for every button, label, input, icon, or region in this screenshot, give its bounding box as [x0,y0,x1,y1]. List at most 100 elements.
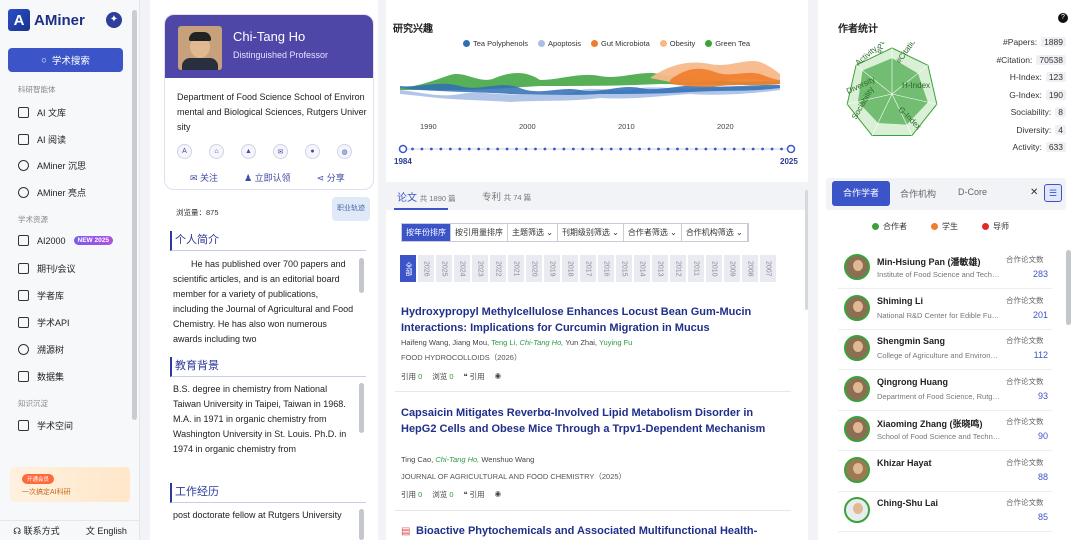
topic-filter[interactable]: 主题筛选 ⌄ [508,224,558,241]
timeline-tick[interactable] [676,147,679,151]
year-chip[interactable]: 2020 [526,255,542,282]
year-chip[interactable]: 2007 [760,255,776,282]
link-icon[interactable]: ◉ [495,489,502,500]
legend-item[interactable]: Tea Polyphenols [463,39,528,48]
year-chip[interactable]: 2022 [490,255,506,282]
timeline-tick[interactable] [458,147,462,151]
pdf-icon[interactable]: ▤ [401,526,410,537]
tab-patents[interactable]: 专利 共 74 篇 [482,189,531,203]
author[interactable]: Yuying Fu [599,338,632,347]
nav-item-ai-library[interactable]: AI 文库 [18,106,66,119]
timeline-tick[interactable] [571,147,575,151]
member-promo-banner[interactable]: 开通会员 一次搞定AI科研 [10,467,130,502]
legend-item[interactable]: Obesity [659,39,695,48]
coauthor-name[interactable]: Khizar Hayat [877,458,932,468]
coauthor-name[interactable]: Shengmin Sang [877,336,945,346]
nav-item-aminer-think[interactable]: AMiner 沉思 [18,159,86,172]
timeline-tick[interactable] [609,147,613,151]
author[interactable]: Yun Zhai, [565,338,597,347]
app-switch-icon[interactable]: ✦ [106,12,122,28]
link-icon[interactable]: ◉ [495,371,502,382]
timeline-tick[interactable] [770,147,774,151]
author[interactable]: Wenshuo Wang [481,455,534,464]
year-chip[interactable]: 2012 [670,255,686,282]
academic-search-button[interactable]: ○ 学术搜索 [8,48,123,72]
year-chip[interactable]: 2018 [562,255,578,282]
timeline-tick[interactable] [751,147,755,151]
list-view-icon[interactable]: ☰ [1044,184,1062,202]
timeline-tick[interactable] [694,147,698,151]
home-icon[interactable]: ⌂ [209,144,224,159]
timeline-tick[interactable] [713,147,717,151]
timeline-tick[interactable] [685,147,689,151]
timeline-tick[interactable] [496,147,500,151]
bio-scrollbar[interactable] [359,258,364,293]
language-switch[interactable]: 文 English [86,524,127,537]
timeline-tick[interactable] [467,147,471,151]
aminer-icon[interactable]: A [177,144,192,159]
timeline-tick[interactable] [429,147,433,151]
timeline-tick[interactable] [553,147,556,151]
nav-item-aminer-highlights[interactable]: AMiner 亮点 [18,186,86,199]
nav-item-scholars[interactable]: 学者库 [18,289,64,302]
timeline-tick[interactable] [732,147,736,151]
timeline-tick[interactable] [477,147,481,151]
timeline-tick[interactable] [780,147,783,151]
nav-item-datasets[interactable]: 数据集 [18,370,64,383]
timeline-tick[interactable] [448,147,452,151]
coauthor-name[interactable]: Shiming Li [877,296,923,306]
timeline-tick[interactable] [657,147,660,151]
author[interactable]: Chi-Tang Ho, [435,455,479,464]
sort-by-citation[interactable]: 按引用量排序 [451,224,508,241]
timeline-tick[interactable] [647,147,651,151]
timeline-tick[interactable] [590,147,594,151]
coauthor-row[interactable]: Qingrong Huang Department of Food Science… [838,371,1052,411]
year-chip[interactable]: 2024 [454,255,470,282]
coauthor-avatar[interactable] [844,456,870,483]
year-chip[interactable]: 2016 [598,255,614,282]
follow-button[interactable]: ✉ 关注 [190,171,218,184]
career-map-button[interactable]: 职业轨迹 [332,197,370,221]
coauthor-name[interactable]: Qingrong Huang [877,377,948,387]
tab-coauthors[interactable]: 合作学者 [832,181,890,206]
venue-level-filter[interactable]: 刊期级别筛选 ⌄ [558,224,624,241]
paper-venue[interactable]: FOOD HYDROCOLLOIDS（2026） [401,352,521,363]
timeline-tick[interactable] [411,147,414,151]
timeline-tick[interactable] [600,147,604,151]
legend-item[interactable]: Gut Microbiota [590,39,650,48]
author[interactable]: Chi-Tang Ho, [519,338,563,347]
work-scrollbar[interactable] [359,509,364,540]
timeline-tick[interactable] [534,147,537,151]
paper-venue[interactable]: JOURNAL OF AGRICULTURAL AND FOOD CHEMIST… [401,471,626,482]
year-chip[interactable]: 2008 [742,255,758,282]
coauthor-scrollbar[interactable] [1066,250,1071,325]
main-scrollbar[interactable] [805,190,808,310]
paper-title[interactable]: Hydroxypropyl Methylcellulose Enhances L… [401,304,781,336]
year-chip[interactable]: 2013 [652,255,668,282]
year-range-slider[interactable] [398,144,796,158]
aminer-logo[interactable]: A AMiner [8,8,85,32]
coauthor-avatar[interactable] [844,375,870,402]
timeline-tick[interactable] [543,147,547,151]
coauthor-avatar[interactable] [844,254,870,280]
author[interactable]: Ting Cao, [401,455,433,464]
contact-link[interactable]: ☊ 联系方式 [13,524,60,537]
interest-streamgraph[interactable] [400,50,800,120]
nav-scrollbar[interactable] [132,10,137,420]
timeline-tick[interactable] [524,147,528,151]
coauthor-filter[interactable]: 合作者筛选 ⌄ [624,224,682,241]
timeline-tick[interactable] [742,147,746,151]
coauthor-row[interactable]: Khizar Hayat 合作论文数 88 [838,452,1052,492]
timeline-tick[interactable] [581,147,585,151]
legend-item[interactable]: Apoptosis [538,39,581,48]
year-chip[interactable]: 2014 [634,255,650,282]
author[interactable]: Teng Li, [491,338,517,347]
nav-item-ai-reading[interactable]: AI 阅读 [18,133,66,146]
legend-item[interactable]: Green Tea [705,39,750,48]
coauthor-avatar[interactable] [844,294,870,321]
paper-title[interactable]: Bioactive Phytochemicals and Associated … [416,523,786,539]
timeline-tick[interactable] [638,147,641,151]
year-chip[interactable]: 2021 [508,255,524,282]
coauthor-row[interactable]: Shengmin Sang College of Agriculture and … [838,330,1052,370]
timeline-tick[interactable] [562,147,566,151]
